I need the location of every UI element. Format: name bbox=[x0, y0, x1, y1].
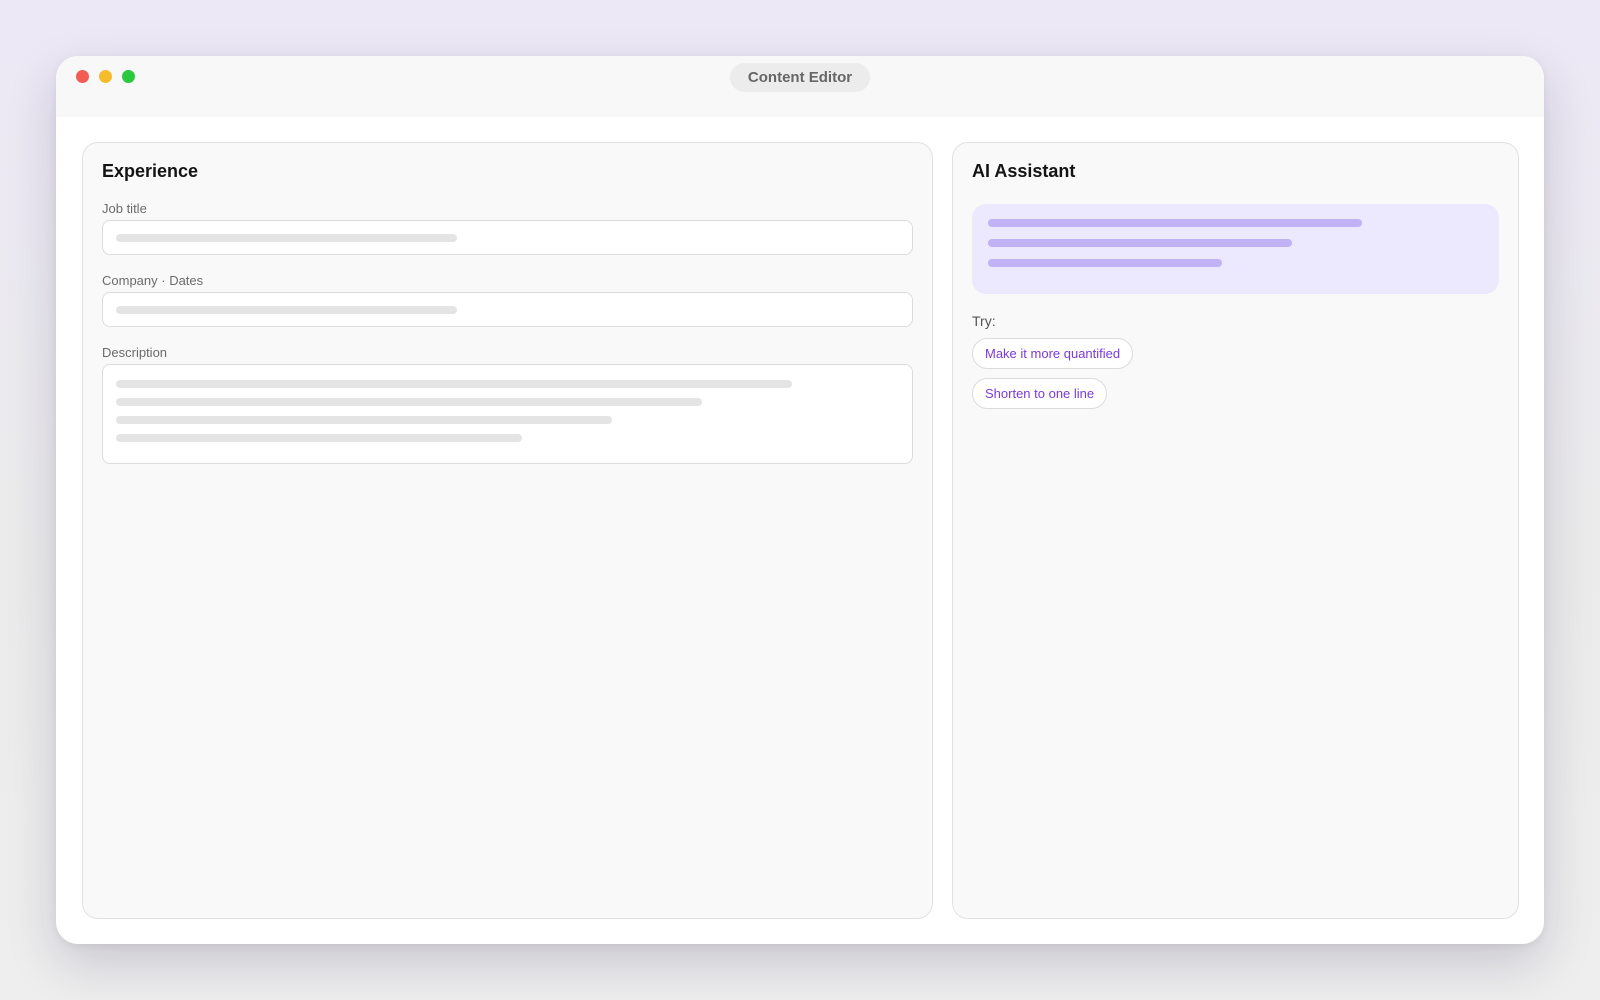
placeholder-line bbox=[116, 416, 612, 424]
close-window-button[interactable] bbox=[76, 70, 89, 83]
app-window: Content Editor Experience Job title Comp… bbox=[56, 56, 1544, 944]
placeholder-line bbox=[116, 398, 702, 406]
job-title-label: Job title bbox=[102, 201, 147, 216]
ai-assistant-panel: AI Assistant Try: Make it more quantifie… bbox=[952, 142, 1519, 919]
ai-response-line bbox=[988, 239, 1292, 247]
ai-response-bubble bbox=[972, 204, 1499, 294]
suggestion-shorten-button[interactable]: Shorten to one line bbox=[972, 378, 1108, 409]
suggestion-make-quantified-button[interactable]: Make it more quantified bbox=[972, 338, 1134, 369]
maximize-window-button[interactable] bbox=[122, 70, 135, 83]
window-title: Content Editor bbox=[730, 63, 870, 92]
description-label: Description bbox=[102, 345, 168, 360]
placeholder-line bbox=[116, 380, 792, 388]
title-bar: Content Editor bbox=[56, 56, 1544, 117]
ai-assistant-heading: AI Assistant bbox=[972, 161, 1076, 181]
ai-response-line bbox=[988, 219, 1362, 227]
job-title-input[interactable] bbox=[102, 220, 913, 255]
description-textarea[interactable] bbox=[102, 364, 913, 464]
company-dates-input[interactable] bbox=[102, 292, 913, 327]
window-controls bbox=[76, 70, 135, 83]
minimize-window-button[interactable] bbox=[99, 70, 112, 83]
try-label: Try: bbox=[972, 313, 996, 329]
placeholder-line bbox=[116, 234, 457, 242]
experience-heading: Experience bbox=[102, 161, 199, 181]
ai-response-line bbox=[988, 259, 1222, 267]
placeholder-line bbox=[116, 306, 457, 314]
experience-panel: Experience Job title Company · Dates Des… bbox=[82, 142, 933, 919]
company-dates-label: Company · Dates bbox=[102, 273, 204, 288]
placeholder-line bbox=[116, 434, 522, 442]
